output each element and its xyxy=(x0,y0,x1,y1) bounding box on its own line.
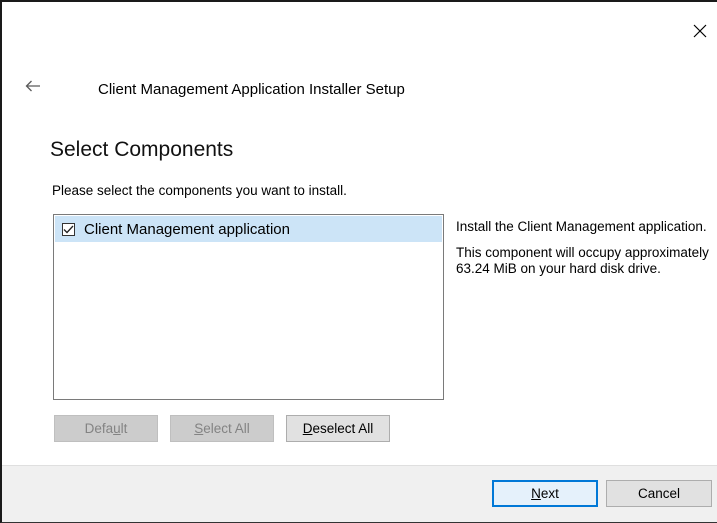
instructions-text: Please select the components you want to… xyxy=(52,183,347,198)
close-button[interactable] xyxy=(685,16,715,46)
next-button[interactable]: Next xyxy=(492,480,598,507)
default-button-accel: u xyxy=(113,421,121,436)
window-title: Client Management Application Installer … xyxy=(98,81,405,98)
description-line-2: This component will occupy approximately… xyxy=(456,245,709,276)
checkmark-icon xyxy=(63,225,74,233)
select-all-button-text-post: elect All xyxy=(203,421,250,436)
next-button-text-post: ext xyxy=(540,486,559,501)
cancel-button[interactable]: Cancel xyxy=(606,480,712,507)
description-line-1: Install the Client Management applicatio… xyxy=(456,219,707,234)
deselect-all-button-text-post: eselect All xyxy=(312,421,374,436)
select-all-button[interactable]: Select All xyxy=(170,415,274,442)
list-item-client-management[interactable]: Client Management application xyxy=(55,216,442,242)
installer-window: Client Management Application Installer … xyxy=(0,0,717,523)
component-label: Client Management application xyxy=(84,220,290,238)
select-all-button-accel: S xyxy=(194,421,204,436)
deselect-all-button-accel: D xyxy=(302,421,313,436)
default-button[interactable]: Defa u lt xyxy=(54,415,158,442)
default-button-text-post: lt xyxy=(120,421,128,436)
deselect-all-button[interactable]: Deselect All xyxy=(286,415,390,442)
cancel-button-label: Cancel xyxy=(637,486,681,501)
back-arrow-icon xyxy=(25,80,40,92)
page-heading: Select Components xyxy=(50,138,234,161)
default-button-text-pre: Defa xyxy=(84,421,114,436)
component-description: Install the Client Management applicatio… xyxy=(456,219,716,287)
components-list[interactable]: Client Management application xyxy=(53,214,444,400)
back-button[interactable] xyxy=(22,76,44,96)
close-icon xyxy=(693,24,707,38)
component-checkbox[interactable] xyxy=(62,222,75,236)
next-button-accel: N xyxy=(531,486,541,501)
